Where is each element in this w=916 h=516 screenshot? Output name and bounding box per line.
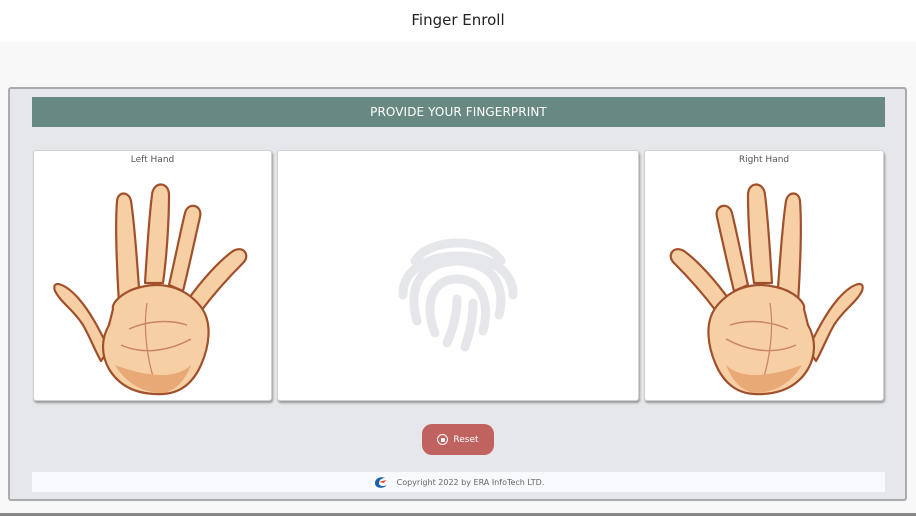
right-hand-card[interactable]: Right Hand <box>644 150 884 401</box>
reset-label: Reset <box>453 434 479 445</box>
top-bar: Finger Enroll <box>0 0 916 42</box>
right-hand-icon <box>669 183 864 396</box>
fingerprint-icon <box>398 238 518 352</box>
left-hand-label: Left Hand <box>130 155 175 165</box>
page-title: Finger Enroll <box>411 11 505 29</box>
copyright-text: Copyright 2022 by ERA InfoTech LTD. <box>396 477 545 487</box>
fingerprint-scanner-card[interactable] <box>277 150 639 401</box>
reset-button[interactable]: Reset <box>422 424 494 455</box>
instruction-banner: PROVIDE YOUR FINGERPRINT <box>32 97 885 127</box>
era-logo-icon <box>374 477 387 488</box>
left-hand-icon <box>53 183 248 396</box>
enroll-panel: PROVIDE YOUR FINGERPRINT Left Hand Right… <box>8 87 907 501</box>
right-hand-label: Right Hand <box>738 155 790 165</box>
left-hand-card[interactable]: Left Hand <box>33 150 272 401</box>
footer: Copyright 2022 by ERA InfoTech LTD. <box>32 472 885 492</box>
banner-text: PROVIDE YOUR FINGERPRINT <box>370 105 547 119</box>
stop-circle-icon <box>437 434 449 445</box>
